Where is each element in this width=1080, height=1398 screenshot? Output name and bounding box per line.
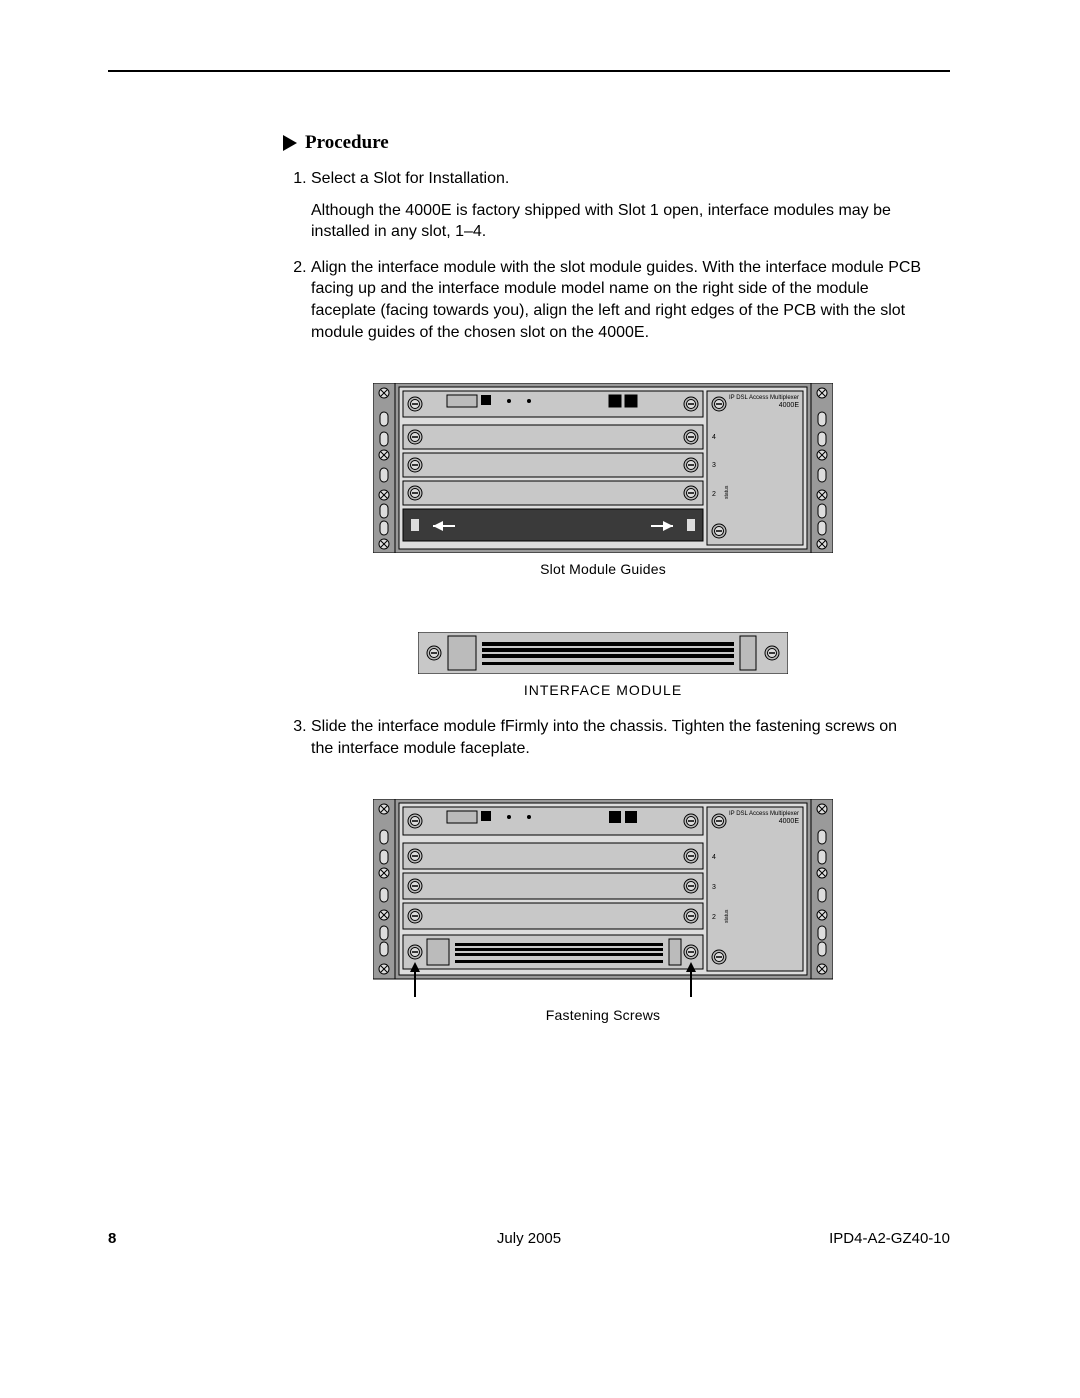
figure2-caption: INTERFACE MODULE: [283, 682, 923, 698]
chassis-open-figure: IP DSL Access Multiplexer 4000E 4 3 2 st…: [373, 383, 833, 553]
step-3: Slide the interface module fFirmly into …: [311, 716, 923, 759]
body-content: Procedure Select a Slot for Installation…: [283, 132, 923, 1023]
footer-docid: IPD4-A2-GZ40-10: [829, 1230, 950, 1247]
top-rule: [108, 70, 950, 72]
step-2: Align the interface module with the slot…: [311, 257, 923, 343]
brand-text: IP DSL Access Multiplexer: [729, 395, 799, 401]
step-1: Select a Slot for Installation. Although…: [311, 168, 923, 243]
svg-text:4: 4: [712, 434, 716, 441]
procedure-heading: Procedure: [305, 132, 389, 154]
svg-text:3: 3: [712, 462, 716, 469]
triangle-icon: [283, 135, 297, 151]
figure1-caption: Slot Module Guides: [283, 561, 923, 577]
svg-text:IP DSL Access Multiplexer: IP DSL Access Multiplexer: [729, 811, 799, 817]
svg-text:4000E: 4000E: [779, 818, 800, 825]
figure3-caption: Fastening Screws: [283, 1007, 923, 1023]
svg-text:status: status: [724, 910, 730, 924]
model-text: 4000E: [779, 402, 800, 409]
step-1-paragraph: Although the 4000E is factory shipped wi…: [311, 200, 923, 243]
svg-text:status: status: [724, 485, 730, 499]
svg-text:2: 2: [712, 914, 716, 921]
svg-text:4: 4: [712, 854, 716, 861]
svg-text:3: 3: [712, 884, 716, 891]
procedure-list: Select a Slot for Installation. Although…: [311, 168, 923, 343]
interface-module-figure: [418, 632, 788, 674]
footer-date: July 2005: [108, 1230, 950, 1247]
step-1-title: Select a Slot for Installation.: [311, 170, 509, 187]
chassis-installed-figure: IP DSL Access Multiplexer 4000E 4 3 2 st…: [373, 799, 833, 999]
svg-text:2: 2: [712, 491, 716, 498]
